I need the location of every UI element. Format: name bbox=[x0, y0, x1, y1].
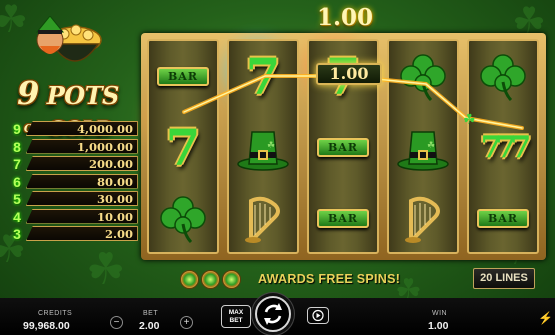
max-bet-button[interactable]: MAX BET bbox=[221, 305, 251, 328]
harp-symbol-icon bbox=[405, 196, 440, 243]
paytable-prize: 1,000.00 bbox=[26, 138, 138, 154]
paytable-prize: 80.00 bbox=[26, 173, 138, 189]
reel-4: ☘ bbox=[387, 39, 459, 254]
credits-label: CREDITS bbox=[38, 310, 73, 317]
bar-symbol: BAR bbox=[157, 67, 209, 86]
paytable-count: 5 bbox=[13, 191, 21, 207]
background-clover-decoration: ☘ bbox=[86, 244, 126, 295]
reel-cell: BAR bbox=[149, 41, 217, 112]
reel-cell: 7 bbox=[229, 41, 297, 112]
paytable-prize: 200.00 bbox=[26, 156, 138, 171]
bar-symbol: BAR bbox=[477, 209, 529, 228]
refresh-icon bbox=[264, 303, 282, 325]
gold-coin-icon bbox=[222, 270, 241, 289]
reel-cell: 777 bbox=[469, 112, 537, 183]
paytable-count: 7 bbox=[13, 156, 21, 172]
reel-cell: 7 bbox=[149, 112, 217, 183]
logo-word-pots: POTS bbox=[46, 81, 120, 110]
seven-symbol: 7 bbox=[165, 117, 201, 177]
paytable-count: 8 bbox=[13, 138, 21, 155]
paytable-prize: 30.00 bbox=[26, 191, 138, 206]
leprechaun-hat-symbol-icon: ☘ bbox=[237, 130, 289, 171]
scatter-coins bbox=[180, 270, 241, 289]
line-win-amount: 1.00 bbox=[316, 63, 382, 85]
leprechaun-hat-symbol-icon: ☘ bbox=[397, 130, 449, 171]
pot-of-gold-icon bbox=[35, 16, 102, 62]
logo-number: 9 bbox=[17, 74, 39, 112]
credits-value: 99,968.00 bbox=[23, 320, 70, 332]
paytable-count: 4 bbox=[13, 208, 21, 225]
bet-value: 2.00 bbox=[139, 320, 160, 332]
seven-symbol: 7 bbox=[245, 46, 281, 106]
bet-increase-button[interactable]: + bbox=[180, 316, 193, 329]
paytable-row: 9 4,000.00 bbox=[8, 121, 138, 138]
paytable-row: 6 80.00 bbox=[8, 173, 138, 191]
clover-symbol-icon bbox=[480, 53, 526, 101]
reel-cell bbox=[389, 183, 457, 252]
paytable-count: 9 bbox=[13, 121, 21, 137]
paytable-count: 3 bbox=[13, 226, 21, 242]
scatter-paytable: 9 4,000.00 8 1,000.00 7 200.00 6 80.00 5 30.00 4 10… bbox=[8, 121, 138, 244]
paytable-count: 6 bbox=[13, 173, 21, 190]
paytable-prize: 4,000.00 bbox=[26, 121, 138, 136]
reel-cell: BAR bbox=[469, 183, 537, 252]
win-label: WIN bbox=[432, 310, 448, 317]
paytable-row: 3 2.00 bbox=[8, 226, 138, 243]
awards-free-spins-text: AWARDS FREE SPINS! bbox=[258, 272, 401, 286]
svg-text:☘: ☘ bbox=[427, 141, 435, 151]
paytable-row: 5 30.00 bbox=[8, 191, 138, 208]
paytable-row: 7 200.00 bbox=[8, 156, 138, 173]
spin-button[interactable] bbox=[255, 296, 291, 332]
reel-5: 777 BAR bbox=[467, 39, 539, 254]
total-win-display: 1.00 bbox=[316, 4, 374, 31]
gold-coin-icon bbox=[180, 270, 199, 289]
play-icon bbox=[312, 309, 324, 322]
paytable-prize: 2.00 bbox=[26, 226, 138, 241]
reel-cell bbox=[229, 183, 297, 252]
svg-text:☘: ☘ bbox=[267, 141, 275, 151]
win-value: 1.00 bbox=[428, 320, 449, 332]
reel-cell: ☘ bbox=[229, 112, 297, 183]
max-bet-label-line2: BET bbox=[229, 317, 243, 324]
reel-2: 7 ☘ bbox=[227, 39, 299, 254]
harp-symbol-icon bbox=[245, 196, 280, 243]
bar-symbol: BAR bbox=[317, 209, 369, 228]
reel-cell: BAR bbox=[309, 183, 377, 252]
autoplay-button[interactable] bbox=[307, 307, 329, 324]
reel-cell bbox=[469, 41, 537, 112]
bet-decrease-button[interactable]: − bbox=[110, 316, 123, 329]
clover-symbol-icon bbox=[400, 53, 446, 101]
reel-cell bbox=[149, 183, 217, 252]
reel-1: BAR 7 bbox=[147, 39, 219, 254]
paytable-prize: 10.00 bbox=[26, 208, 138, 224]
paytable-row: 4 10.00 bbox=[8, 208, 138, 226]
reel-cell: ☘ bbox=[389, 112, 457, 183]
reel-cell bbox=[389, 41, 457, 112]
game-logo: 9 POTS OF GOLD bbox=[4, 16, 132, 140]
paytable-row: 8 1,000.00 bbox=[8, 138, 138, 156]
lightning-icon[interactable]: ⚡ bbox=[538, 311, 553, 325]
bet-label: BET bbox=[143, 310, 159, 317]
lines-button[interactable]: 20 LINES bbox=[473, 268, 535, 289]
reel-cell: BAR bbox=[309, 112, 377, 183]
clover-symbol-icon bbox=[160, 195, 206, 243]
gold-coin-icon bbox=[201, 270, 220, 289]
triple-seven-symbol: 777 bbox=[480, 129, 532, 165]
bar-symbol: BAR bbox=[317, 138, 369, 157]
max-bet-label-line1: MAX bbox=[228, 309, 244, 316]
